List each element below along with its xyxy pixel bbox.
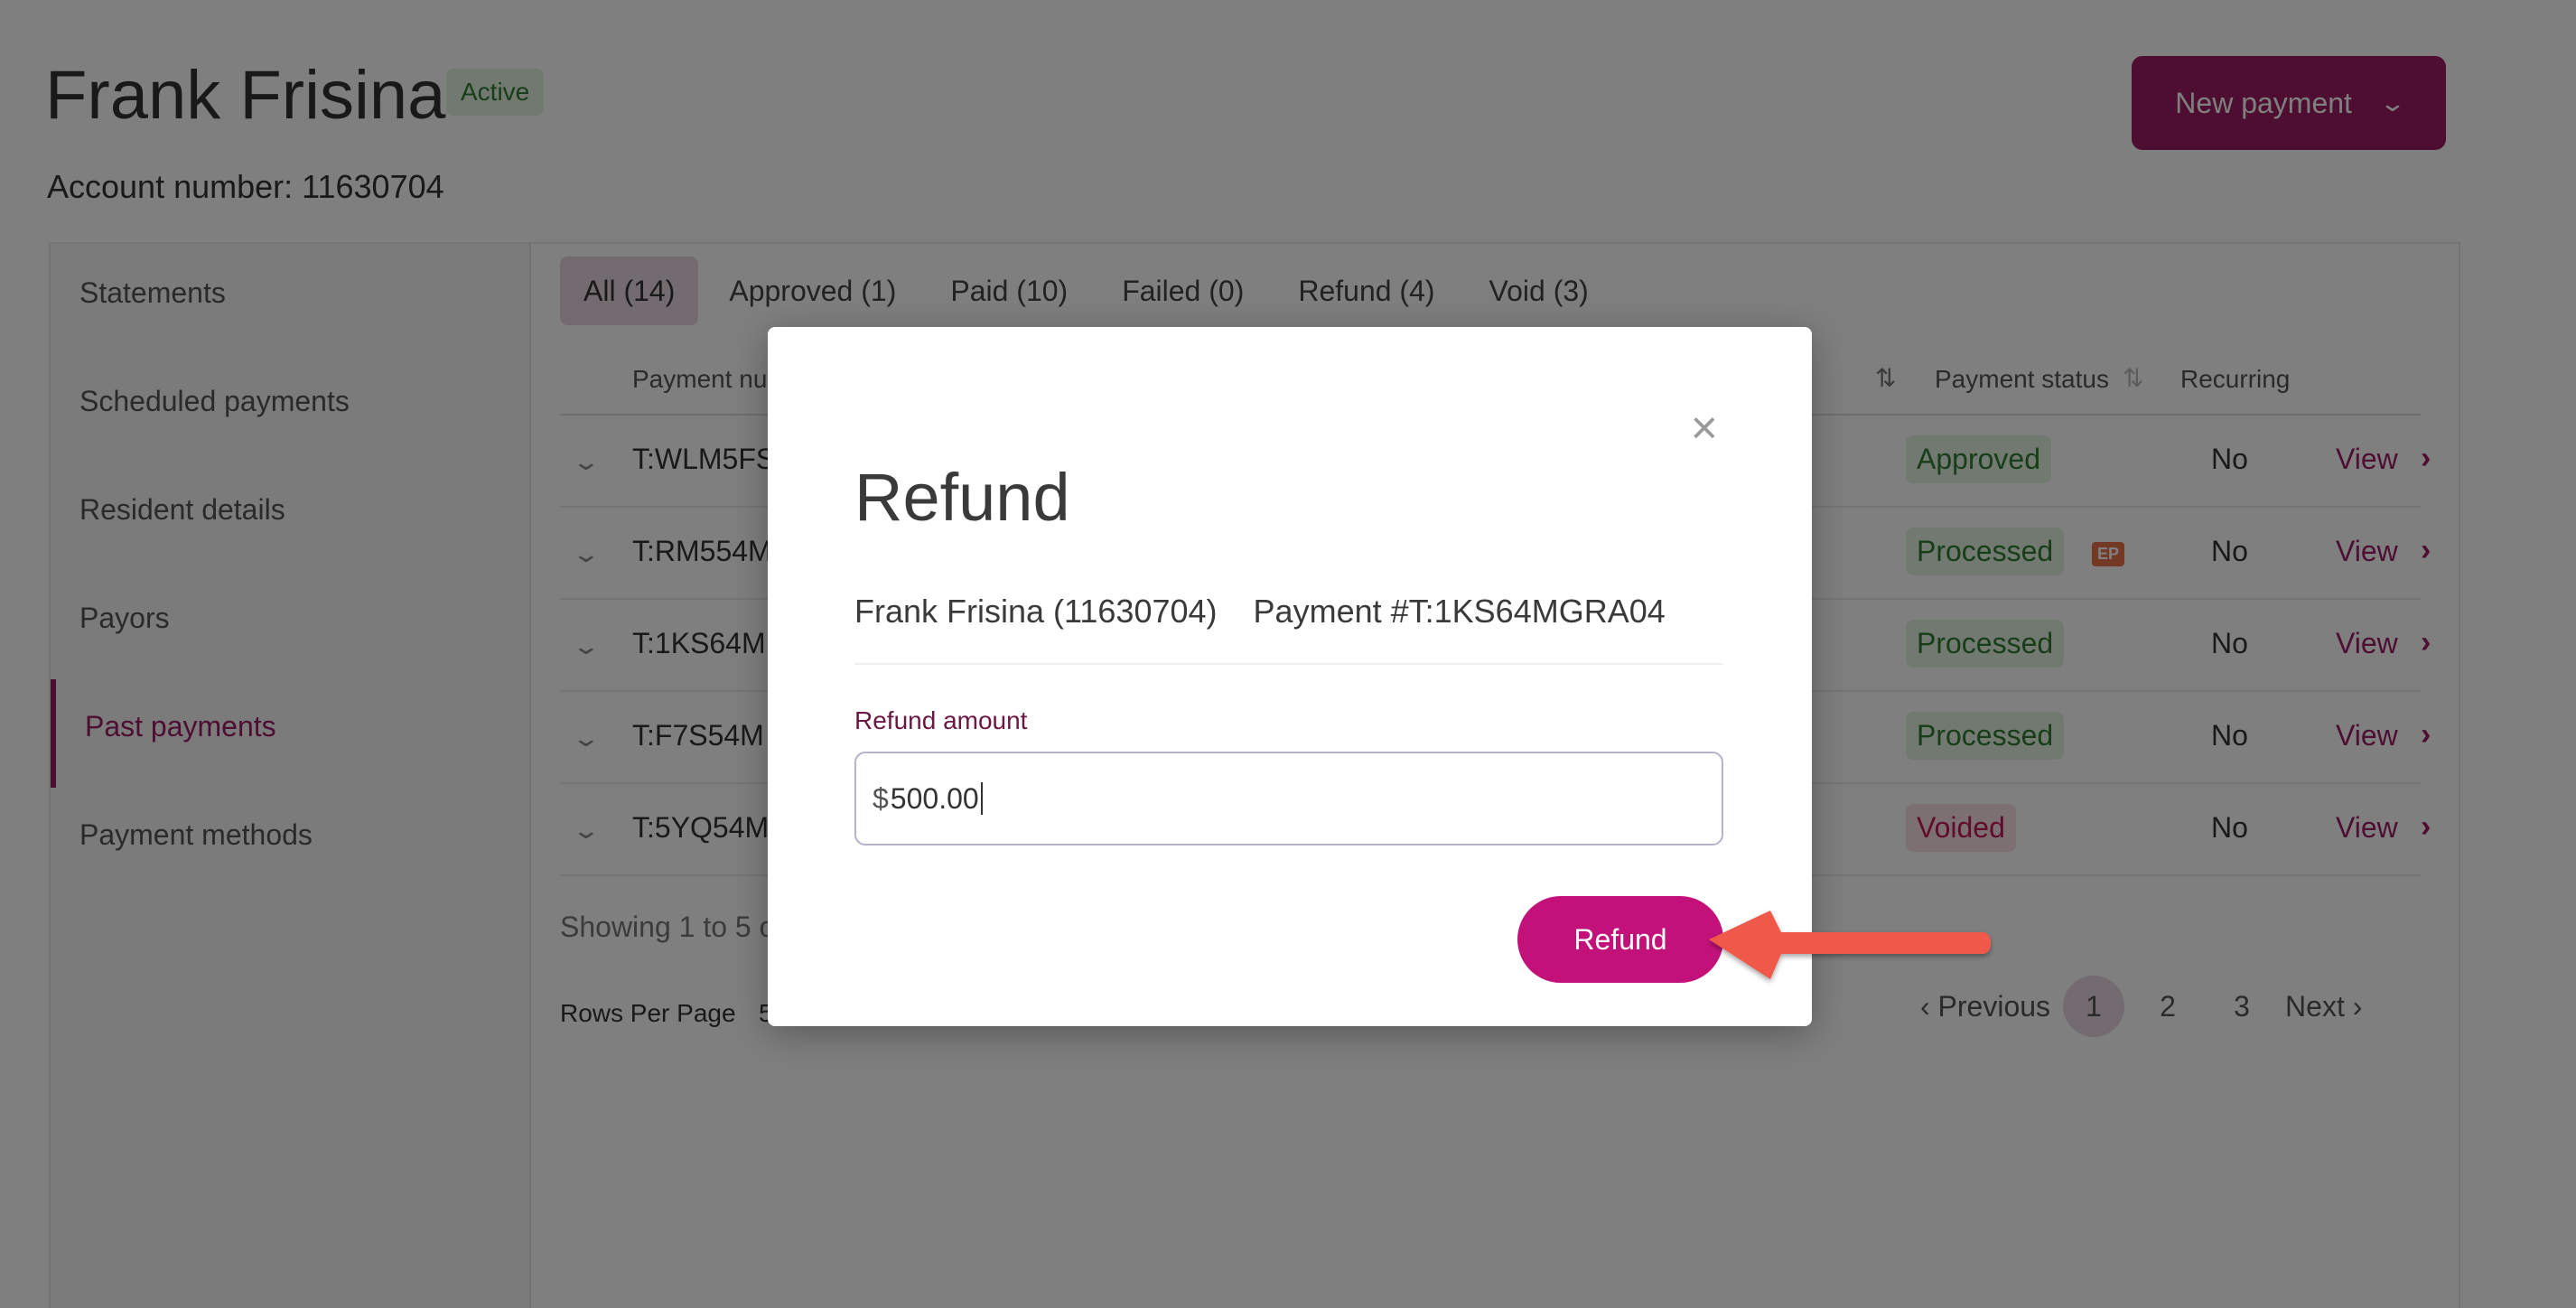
annotation-arrow-icon [1709, 911, 1991, 979]
app-page: Frank Frisina Active Account number: 116… [0, 0, 2576, 1308]
